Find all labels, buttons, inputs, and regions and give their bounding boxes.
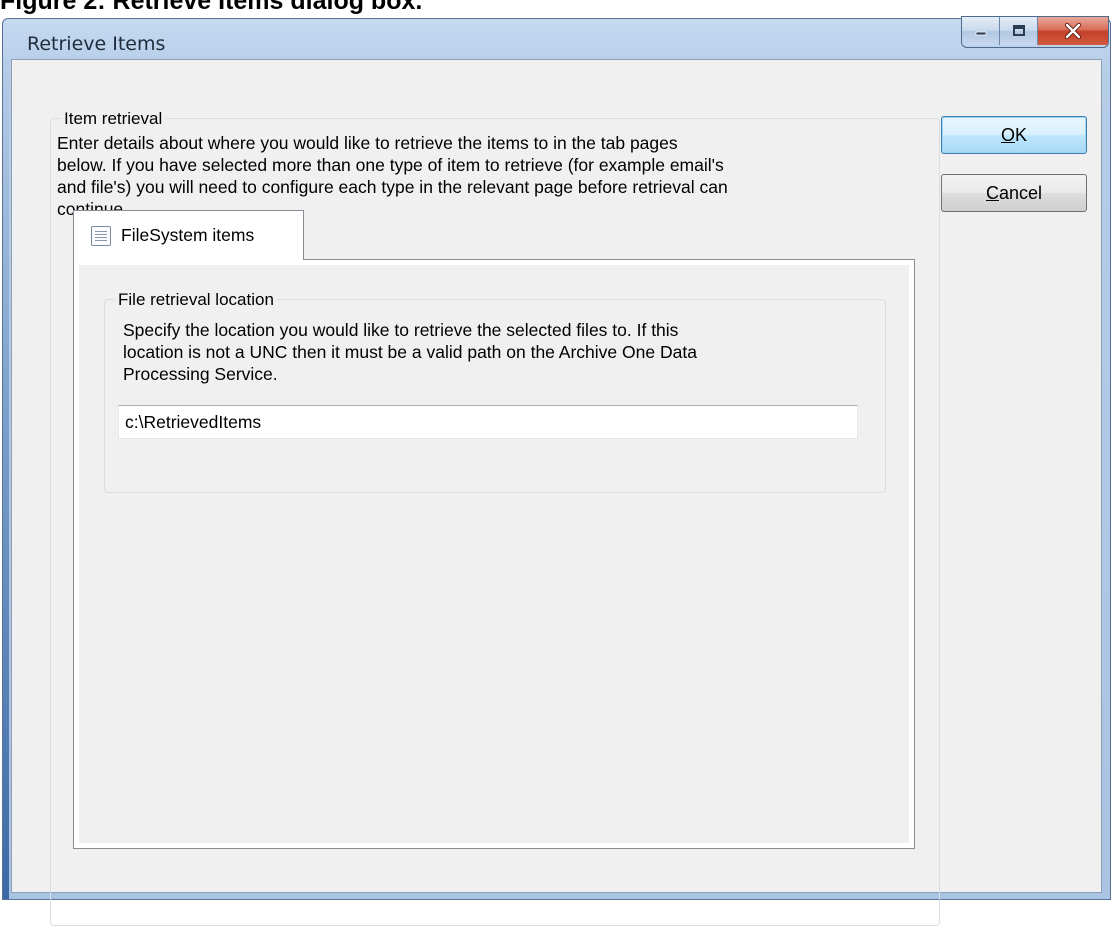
minimize-button[interactable] <box>962 17 1000 45</box>
list-page-icon <box>91 225 111 246</box>
ok-label: K <box>1015 124 1028 145</box>
file-retrieval-legend: File retrieval location <box>115 290 277 309</box>
tab-filesystem-items[interactable]: FileSystem items <box>73 210 304 260</box>
description-line: below. If you have selected more than on… <box>57 155 724 175</box>
retrieval-path-input[interactable] <box>118 405 858 439</box>
minimize-icon <box>975 31 986 36</box>
description-line: and file's) you will need to configure e… <box>57 177 728 197</box>
description-line: Specify the location you would like to r… <box>123 320 679 340</box>
panel-body: File retrieval location Specify the loca… <box>79 265 909 843</box>
maximize-icon <box>1012 25 1025 36</box>
description-line: location is not a UNC then it must be a … <box>123 342 697 362</box>
figure-caption: Figure 2: Retrieve Items dialog box. <box>0 0 423 15</box>
filesystem-items-panel: File retrieval location Specify the loca… <box>73 259 915 849</box>
file-retrieval-description: Specify the location you would like to r… <box>123 319 697 385</box>
caption-buttons <box>962 17 1108 47</box>
maximize-button[interactable] <box>1000 17 1038 45</box>
item-retrieval-legend: Item retrieval <box>61 109 166 128</box>
ok-mnemonic: O <box>1000 124 1015 145</box>
close-button[interactable] <box>1038 17 1108 45</box>
close-icon <box>1064 22 1082 40</box>
item-retrieval-description: Enter details about where you would like… <box>57 132 728 220</box>
cancel-button[interactable]: Cancel <box>941 174 1087 212</box>
window-title: Retrieve Items <box>27 33 166 55</box>
dialog-client-area: Item retrieval Enter details about where… <box>11 59 1102 926</box>
ok-button[interactable]: OK <box>941 116 1087 154</box>
cancel-mnemonic: C <box>985 182 999 203</box>
description-line: Processing Service. <box>123 364 278 384</box>
description-line: Enter details about where you would like… <box>57 133 678 153</box>
tab-label: FileSystem items <box>121 225 255 245</box>
cancel-label: ancel <box>998 182 1043 203</box>
retrieve-items-dialog: Retrieve Items Item retrieval Enter deta… <box>2 17 1111 926</box>
